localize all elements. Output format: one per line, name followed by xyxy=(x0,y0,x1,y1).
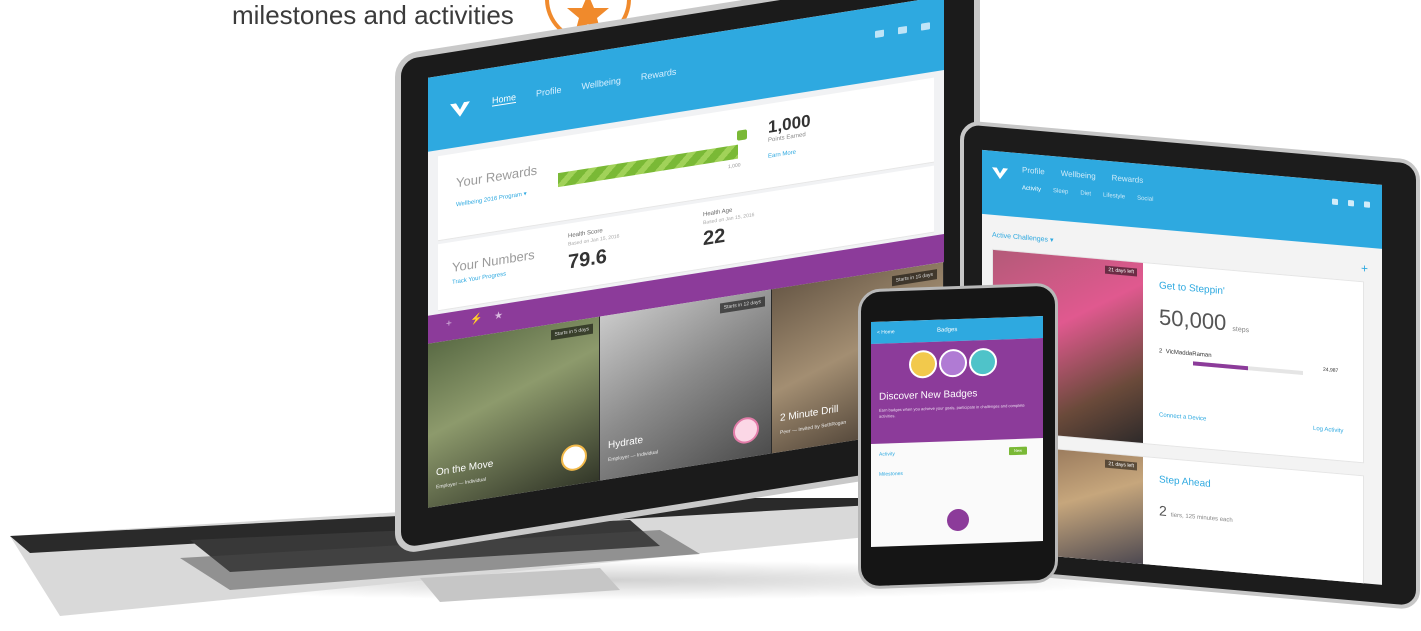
badge-icon xyxy=(561,442,587,473)
subtab-diet[interactable]: Diet xyxy=(1080,191,1091,198)
run-icon[interactable]: ⚡ xyxy=(470,313,482,326)
subtab-sleep[interactable]: Sleep xyxy=(1053,188,1068,195)
caption-text: milestones and activities xyxy=(232,0,514,30)
badge-icon xyxy=(733,415,759,446)
badge-icon xyxy=(909,349,937,379)
challenge-title: Get to Steppin' xyxy=(1159,280,1225,298)
tile-title: 2 Minute Drill xyxy=(780,403,839,425)
subtab-social[interactable]: Social xyxy=(1137,195,1153,202)
health-score-value: 79.6 xyxy=(568,245,607,274)
health-age-value: 22 xyxy=(703,224,726,251)
participant-progress-bar xyxy=(1193,361,1303,376)
connect-device-link[interactable]: Connect a Device xyxy=(1159,412,1206,422)
logo-icon xyxy=(992,167,1008,180)
star-icon[interactable]: ★ xyxy=(494,310,503,322)
days-left-badge: 21 days left xyxy=(1105,265,1137,277)
tab-profile[interactable]: Profile xyxy=(1022,165,1045,176)
challenge-title: Step Ahead xyxy=(1159,474,1211,490)
notification-icon[interactable] xyxy=(898,25,907,35)
participant-rank: 2 VicMaddaRaman xyxy=(1159,348,1212,360)
active-challenges-dropdown[interactable]: Active Challenges ▾ xyxy=(992,231,1054,244)
rewards-title: Your Rewards xyxy=(456,162,538,191)
tab-rewards[interactable]: Rewards xyxy=(1112,173,1144,185)
challenge-tile[interactable]: Starts in 12 days Hydrate Employer — Ind… xyxy=(600,289,772,487)
mail-icon[interactable] xyxy=(1332,198,1338,206)
participant-steps: 24,987 xyxy=(1323,366,1339,375)
badges-hero: Discover New Badges Earn badges when you… xyxy=(871,338,1043,445)
tab-wellbeing[interactable]: Wellbeing xyxy=(582,75,621,92)
progress-label: 1,000 xyxy=(728,162,741,171)
check-icon xyxy=(737,129,747,141)
logo-icon xyxy=(450,101,470,117)
badge-icon xyxy=(939,348,967,378)
list-item-milestones[interactable]: Milestones xyxy=(879,471,903,478)
tab-profile[interactable]: Profile xyxy=(536,85,562,100)
phone-device: < Home Badges Discover New Badges Earn b… xyxy=(858,282,1058,590)
badges-description: Earn badges when you achieve your goals,… xyxy=(879,402,1025,419)
add-icon[interactable]: + xyxy=(446,318,452,330)
challenge-tile[interactable]: Starts in 5 days On the Move Employer — … xyxy=(428,316,600,508)
new-badge: New xyxy=(1009,446,1027,456)
participant-name: VicMaddaRaman xyxy=(1165,348,1212,360)
tile-start-badge: Starts in 5 days xyxy=(550,323,593,341)
list-item-activity[interactable]: Activity xyxy=(879,451,895,458)
menu-fab-button[interactable] xyxy=(947,508,969,532)
rewards-progress-bar xyxy=(558,144,738,188)
challenge-goal: 50,000 steps xyxy=(1159,304,1250,336)
mail-icon[interactable] xyxy=(875,29,884,38)
badge-icon xyxy=(969,347,997,377)
back-button[interactable]: < Home xyxy=(877,329,895,336)
tile-title: On the Move xyxy=(436,458,494,479)
notification-icon[interactable] xyxy=(1348,199,1354,207)
badges-heading: Discover New Badges xyxy=(879,388,978,403)
tab-rewards[interactable]: Rewards xyxy=(641,66,677,83)
subtab-lifestyle[interactable]: Lifestyle xyxy=(1103,193,1125,201)
badge-icons xyxy=(909,347,997,379)
phone-screen: < Home Badges Discover New Badges Earn b… xyxy=(871,316,1043,548)
user-icon[interactable] xyxy=(921,22,930,31)
tile-subtitle: Employer — Individual xyxy=(436,476,487,491)
tile-start-badge: Starts in 12 days xyxy=(719,296,765,314)
numbers-title: Your Numbers xyxy=(452,246,535,275)
earn-more-link[interactable]: Earn More xyxy=(768,149,796,159)
tablet-nav-bar: Profile Wellbeing Rewards Activity Sleep… xyxy=(982,149,1382,249)
subtab-activity[interactable]: Activity xyxy=(1022,185,1041,193)
challenge-detail: 2 tiers, 125 minutes each xyxy=(1159,502,1233,524)
program-dropdown[interactable]: Wellbeing 2016 Program ▾ xyxy=(456,190,527,208)
tab-wellbeing[interactable]: Wellbeing xyxy=(1061,169,1096,181)
tile-subtitle: Employer — Individual xyxy=(608,449,659,464)
add-challenge-button[interactable]: + xyxy=(1361,261,1368,276)
user-icon[interactable] xyxy=(1364,201,1370,208)
days-left-badge: 21 days left xyxy=(1105,459,1137,471)
log-activity-link[interactable]: Log Activity xyxy=(1313,426,1343,435)
tile-title: Hydrate xyxy=(608,434,644,452)
tab-home[interactable]: Home xyxy=(492,91,517,107)
phone-title: Badges xyxy=(937,327,958,334)
tile-start-badge: Starts in 15 days xyxy=(891,269,937,287)
